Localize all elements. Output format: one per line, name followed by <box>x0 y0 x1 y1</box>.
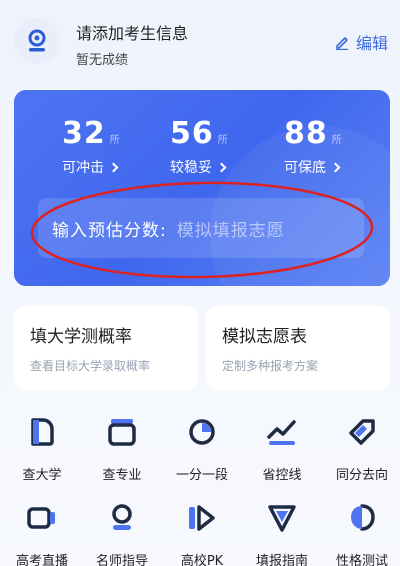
major-icon <box>104 414 140 450</box>
grid-label: 高校PK <box>180 554 224 566</box>
grid-label: 查大学 <box>22 468 62 483</box>
grid-item-teacher[interactable]: 名师指导 <box>82 500 162 566</box>
grid-item-university[interactable]: 查大学 <box>2 414 82 483</box>
grid-item-guide[interactable]: 填报指南 <box>242 500 322 566</box>
score-segment-icon <box>184 414 220 450</box>
grid-label: 省控线 <box>262 468 302 483</box>
grid-label: 一分一段 <box>175 468 228 483</box>
grid-label: 名师指导 <box>95 554 148 566</box>
grid-item-same-score[interactable]: 同分去向 <box>322 414 400 483</box>
grid-item-pk[interactable]: 高校PK <box>162 500 242 566</box>
teacher-icon <box>104 500 140 536</box>
grid-item-control-line[interactable]: 省控线 <box>242 414 322 483</box>
grid-label: 填报指南 <box>255 554 308 566</box>
pk-icon <box>184 500 220 536</box>
tile-title: 模拟志愿表 <box>222 327 307 347</box>
probability-tile[interactable]: 填大学测概率 查看目标大学录取概率 <box>14 306 198 390</box>
grid-label: 查专业 <box>102 468 142 483</box>
personality-test-icon <box>344 500 380 536</box>
grid-item-score-segment[interactable]: 一分一段 <box>162 414 242 483</box>
tile-subtitle: 定制多种报考方案 <box>222 359 319 373</box>
grid-label: 高考直播 <box>15 554 68 566</box>
tag-icon <box>344 414 380 450</box>
university-icon <box>24 414 60 450</box>
grid-item-live[interactable]: 高考直播 <box>2 500 82 566</box>
grid-label: 性格测试 <box>335 554 388 566</box>
live-video-icon <box>24 500 60 536</box>
feature-tiles: 填大学测概率 查看目标大学录取概率 模拟志愿表 定制多种报考方案 <box>14 306 390 390</box>
tile-title: 填大学测概率 <box>30 327 132 347</box>
guide-icon <box>264 500 300 536</box>
trend-line-icon <box>264 414 300 450</box>
grid-item-major[interactable]: 查专业 <box>82 414 162 483</box>
grid-label: 同分去向 <box>335 468 388 483</box>
grid-item-personality[interactable]: 性格测试 <box>322 500 400 566</box>
tile-subtitle: 查看目标大学录取概率 <box>30 359 151 373</box>
mock-plan-tile[interactable]: 模拟志愿表 定制多种报考方案 <box>206 306 390 390</box>
